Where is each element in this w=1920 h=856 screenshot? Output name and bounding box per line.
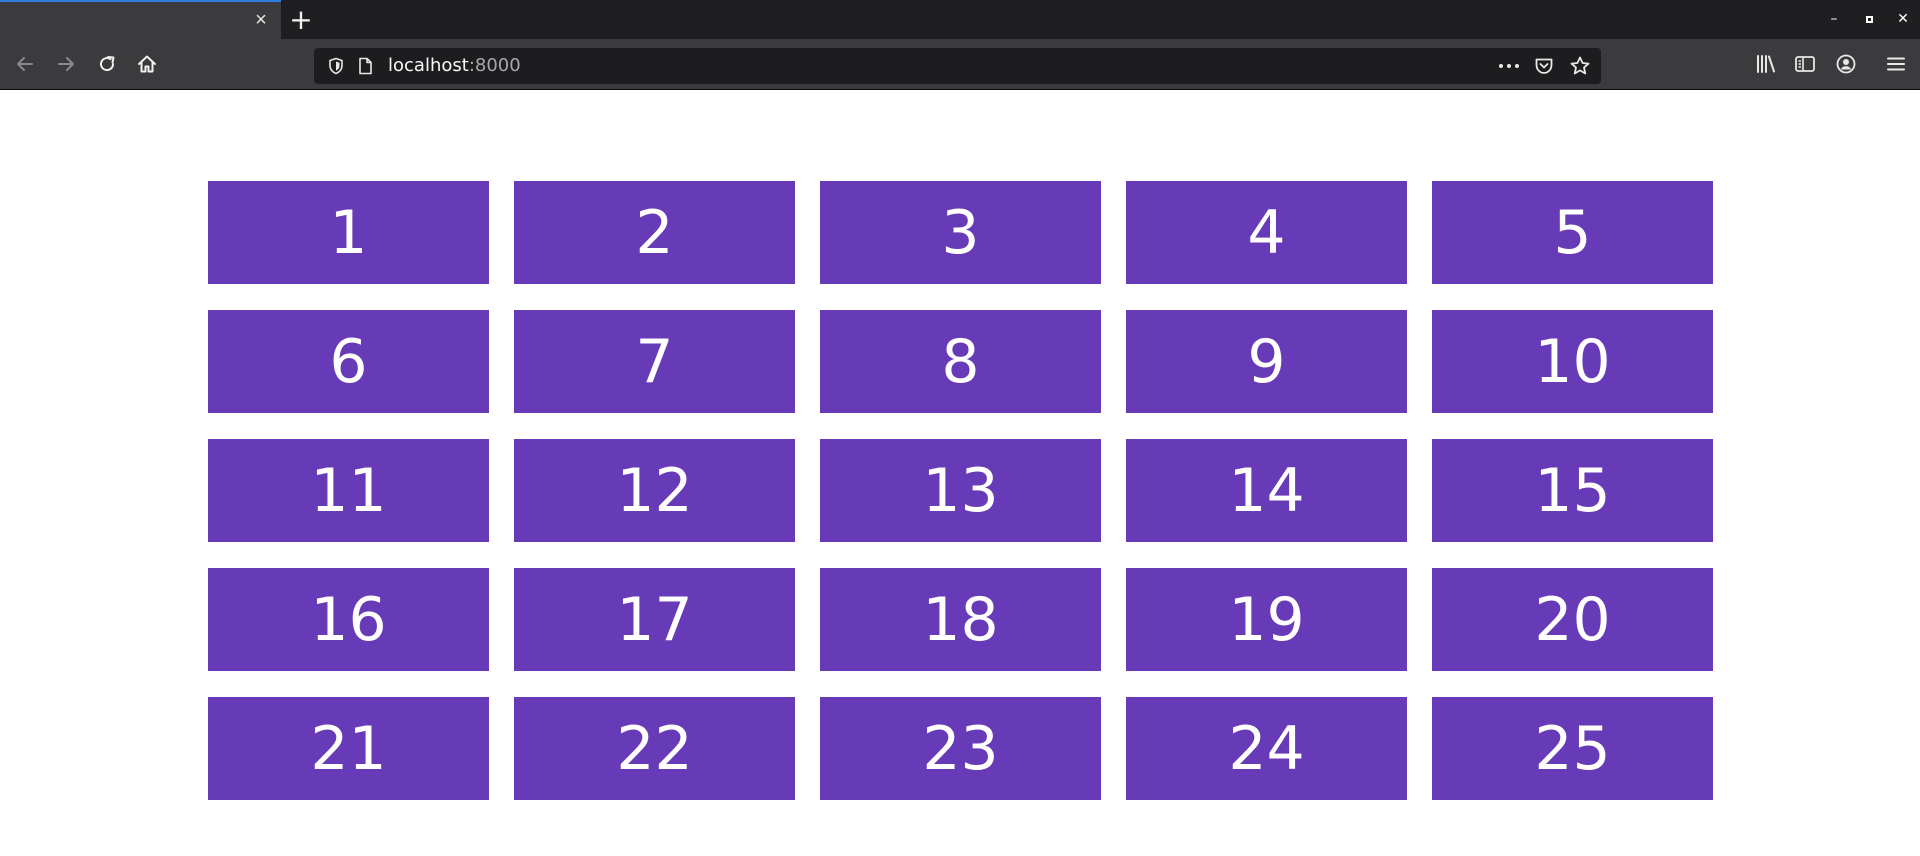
tab-strip: × + – ✕	[0, 0, 1920, 39]
grid-cell: 5	[1432, 181, 1713, 284]
grid-cell: 4	[1126, 181, 1407, 284]
page-info-icon[interactable]	[357, 57, 373, 75]
reload-button[interactable]	[92, 49, 122, 79]
url-host: localhost	[388, 55, 469, 76]
grid-cell: 12	[514, 439, 795, 542]
forward-button[interactable]	[51, 49, 81, 79]
grid-cell: 15	[1432, 439, 1713, 542]
library-icon	[1757, 55, 1775, 73]
url-port: :8000	[468, 55, 521, 76]
arrow-left-icon	[17, 57, 33, 71]
url-text[interactable]: localhost:8000	[388, 48, 521, 84]
tab-close-icon[interactable]: ×	[251, 10, 271, 30]
grid-cell: 25	[1432, 697, 1713, 800]
grid-cell: 24	[1126, 697, 1407, 800]
back-button[interactable]	[10, 49, 40, 79]
grid-cell: 9	[1126, 310, 1407, 413]
grid-cell: 6	[208, 310, 489, 413]
grid-cell: 23	[820, 697, 1101, 800]
window-maximize-button[interactable]	[1859, 9, 1879, 29]
browser-window: × + – ✕ localhost:8000 1 2 3 4 5 6 7 8 9…	[0, 0, 1920, 856]
sidebar-button[interactable]	[1793, 52, 1817, 76]
menu-button[interactable]	[1884, 52, 1908, 76]
grid-cell: 3	[820, 181, 1101, 284]
page-content: 1 2 3 4 5 6 7 8 9 10 11 12 13 14 15 16 17 18 19 20 21 22 23 24 2…	[0, 90, 1920, 856]
grid-cell: 1	[208, 181, 489, 284]
grid-cell: 17	[514, 568, 795, 671]
grid-cell: 20	[1432, 568, 1713, 671]
grid-cell: 7	[514, 310, 795, 413]
new-tab-button[interactable]: +	[286, 5, 316, 35]
account-button[interactable]	[1834, 52, 1858, 76]
grid-cell: 14	[1126, 439, 1407, 542]
sidebar-icon	[1795, 56, 1815, 72]
grid-cell: 22	[514, 697, 795, 800]
grid-cell: 10	[1432, 310, 1713, 413]
grid-cell: 16	[208, 568, 489, 671]
grid-cell: 13	[820, 439, 1101, 542]
page-actions-more-icon[interactable]	[1497, 58, 1521, 74]
window-minimize-button[interactable]: –	[1824, 9, 1844, 29]
navigation-toolbar: localhost:8000	[0, 39, 1920, 90]
hamburger-menu-icon	[1887, 57, 1905, 71]
home-button[interactable]	[132, 49, 162, 79]
bookmark-star-icon[interactable]	[1569, 55, 1591, 77]
grid-cell: 11	[208, 439, 489, 542]
home-icon	[138, 55, 156, 73]
grid-cell: 19	[1126, 568, 1407, 671]
number-grid: 1 2 3 4 5 6 7 8 9 10 11 12 13 14 15 16 17 18 19 20 21 22 23 24 2…	[208, 181, 1713, 800]
reload-icon	[100, 56, 115, 72]
grid-cell: 18	[820, 568, 1101, 671]
url-bar[interactable]: localhost:8000	[314, 48, 1601, 84]
active-tab[interactable]: ×	[0, 0, 281, 39]
maximize-icon	[1865, 16, 1873, 23]
pocket-icon[interactable]	[1534, 56, 1554, 76]
grid-cell: 21	[208, 697, 489, 800]
grid-cell: 2	[514, 181, 795, 284]
library-button[interactable]	[1754, 52, 1778, 76]
arrow-right-icon	[58, 57, 74, 71]
window-close-button[interactable]: ✕	[1893, 9, 1913, 29]
grid-cell: 8	[820, 310, 1101, 413]
account-icon	[1836, 54, 1856, 74]
tracking-protection-shield-icon[interactable]	[328, 57, 344, 75]
